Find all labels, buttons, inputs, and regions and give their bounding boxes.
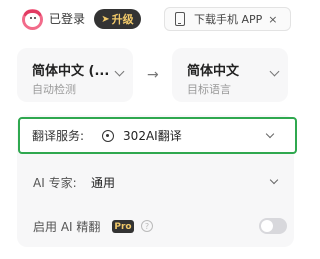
chevron-down-icon (269, 175, 279, 185)
target-language-name: 简体中文 (187, 64, 240, 79)
source-language-selector[interactable]: 简体中文 (... 自动检测 (17, 48, 133, 102)
ai-fine-translate-label: 启用 AI 精翻 (33, 220, 101, 234)
download-app-banner[interactable]: 下载手机 APP × (164, 7, 291, 31)
login-status: 已登录 (49, 12, 86, 26)
ai-expert-value: 通用 (91, 176, 116, 190)
chevron-down-icon (265, 129, 275, 139)
chevron-down-icon (114, 66, 125, 77)
swap-arrow-icon[interactable]: → (147, 67, 159, 83)
rocket-icon: ➤ (101, 13, 110, 25)
ai-expert-label: AI 专家: (33, 176, 77, 190)
help-icon[interactable]: ? (141, 220, 153, 232)
toggle-knob (261, 220, 273, 232)
pro-badge: Pro (112, 220, 134, 233)
ai-fine-translate-toggle[interactable] (259, 218, 287, 234)
ai-fine-translate-row: 启用 AI 精翻 Pro ? (33, 216, 291, 236)
source-language-name: 简体中文 (... (32, 64, 110, 79)
translation-service-selector[interactable]: 翻译服务: 302AI翻译 (18, 117, 297, 154)
translation-service-label: 翻译服务: (32, 129, 85, 143)
source-language-sub: 自动检测 (32, 83, 76, 96)
translation-service-value: 302AI翻译 (123, 129, 182, 143)
close-icon[interactable]: × (268, 13, 277, 26)
download-app-label: 下载手机 APP (194, 13, 263, 26)
top-bar: 已登录 ➤ 升级 下载手机 APP × (0, 0, 310, 40)
chevron-down-icon (269, 66, 280, 77)
upgrade-button[interactable]: ➤ 升级 (94, 9, 141, 29)
service-logo-icon (102, 129, 115, 142)
phone-icon (175, 12, 185, 26)
upgrade-label: 升级 (111, 13, 134, 26)
ai-expert-selector[interactable]: AI 专家: 通用 (33, 172, 283, 192)
target-language-selector[interactable]: 简体中文 目标语言 (172, 48, 288, 102)
avatar[interactable] (22, 9, 43, 30)
target-language-sub: 目标语言 (187, 83, 231, 96)
